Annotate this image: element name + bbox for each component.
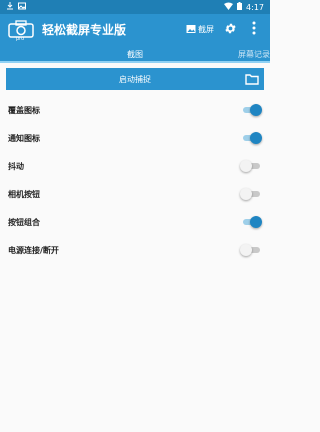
setting-label: 按钮组合 [8, 217, 40, 227]
start-capture-label: 启动捕捉 [119, 74, 151, 84]
setting-shake[interactable]: 抖动 [0, 152, 270, 180]
status-bar: 4:17 [0, 0, 270, 14]
setting-label: 覆盖图标 [8, 105, 40, 115]
image-icon [186, 24, 196, 36]
more-options-button[interactable] [246, 20, 262, 39]
tab-screen-record-label: 屏幕记录 [238, 49, 270, 59]
tab-indicator [0, 61, 270, 63]
setting-button-combo[interactable]: 按钮组合 [0, 208, 270, 236]
start-capture-button[interactable]: 启动捕捉 [6, 68, 264, 90]
toggle-switch[interactable] [240, 132, 262, 144]
tab-screenshot[interactable]: 截图 [0, 45, 270, 63]
app-title: 轻松截屏专业版 [42, 23, 127, 37]
app-bar: pro 轻松截屏专业版 截屏 [0, 14, 270, 45]
gear-icon [224, 20, 237, 39]
tab-screen-record[interactable]: 屏幕记录 [238, 45, 278, 63]
more-vert-icon [252, 20, 256, 39]
setting-power-connect[interactable]: 电源连接/断开 [0, 236, 270, 264]
toggle-switch[interactable] [240, 160, 262, 172]
settings-button[interactable] [222, 22, 238, 38]
setting-label: 抖动 [8, 161, 24, 171]
setting-overlay-icon[interactable]: 覆盖图标 [0, 96, 270, 124]
tab-bar: 截图 屏幕记录 [0, 45, 270, 63]
wifi-icon [224, 2, 234, 12]
tab-screenshot-label: 截图 [127, 49, 143, 59]
folder-icon[interactable] [245, 72, 259, 86]
image-icon [18, 2, 26, 12]
logo-caption: pro [16, 35, 25, 42]
setting-label: 相机按钮 [8, 189, 40, 199]
toggle-switch[interactable] [240, 104, 262, 116]
battery-icon [237, 2, 243, 12]
app-logo: pro [8, 19, 34, 42]
screenshot-action-button[interactable]: 截屏 [186, 24, 214, 36]
setting-notification-icon[interactable]: 通知图标 [0, 124, 270, 152]
clock: 4:17 [246, 2, 264, 12]
download-icon [6, 2, 14, 12]
settings-list: 覆盖图标 通知图标 抖动 相机按钮 按钮组合 电源连接/断开 [0, 96, 270, 264]
setting-camera-button[interactable]: 相机按钮 [0, 180, 270, 208]
setting-label: 电源连接/断开 [8, 245, 59, 255]
toggle-switch[interactable] [240, 216, 262, 228]
toggle-switch[interactable] [240, 188, 262, 200]
screenshot-action-label: 截屏 [198, 25, 214, 34]
setting-label: 通知图标 [8, 133, 40, 143]
toggle-switch[interactable] [240, 244, 262, 256]
